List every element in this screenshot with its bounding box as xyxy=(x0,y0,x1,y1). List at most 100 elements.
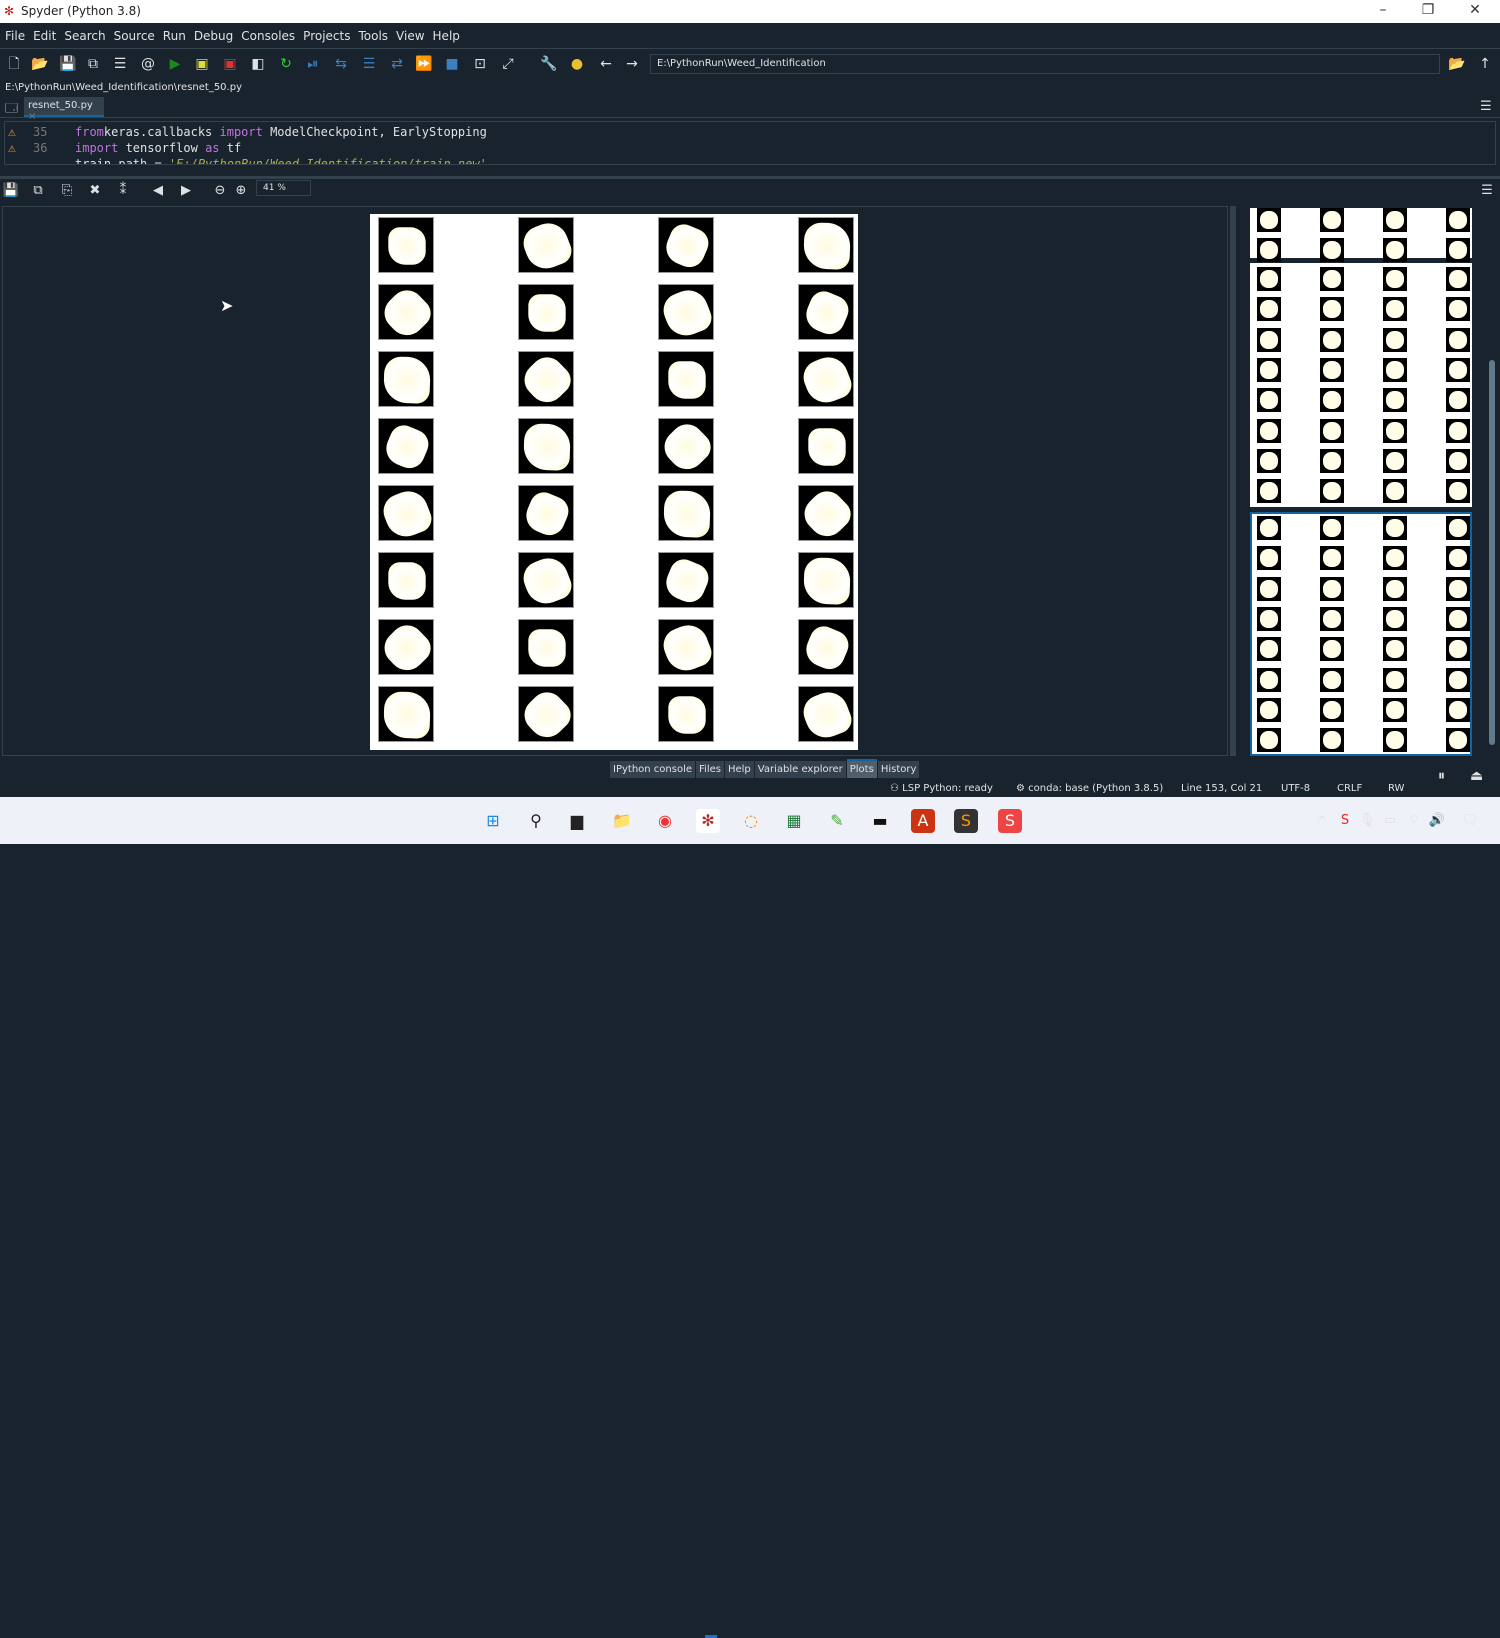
parent-dir-icon[interactable]: ↑ xyxy=(1476,55,1494,73)
wifi-icon[interactable]: ⌔ xyxy=(1402,809,1426,833)
back-arrow-icon[interactable]: ← xyxy=(597,55,615,73)
volume-icon[interactable]: 🔊 xyxy=(1425,809,1449,833)
weed-mask xyxy=(381,421,433,473)
menu-run[interactable]: Run xyxy=(158,23,189,43)
preferences-wrench-icon[interactable]: 🔧 xyxy=(540,55,558,73)
code-editor[interactable]: ⚠ 35 fromkeras.callbacks import ModelCheck… xyxy=(4,121,1496,165)
zoom-in-icon[interactable]: ⊕ xyxy=(232,183,250,198)
zoom-level[interactable]: 41 % xyxy=(256,180,311,196)
tray-expand-icon[interactable]: ^ xyxy=(1310,809,1334,833)
wps-icon[interactable]: S xyxy=(998,809,1022,833)
maximize-pane-icon[interactable]: ⊡ xyxy=(471,55,489,73)
spyder-icon[interactable]: ✻ xyxy=(696,809,720,833)
step-into-icon[interactable]: ☰ xyxy=(360,55,378,73)
chrome-icon[interactable]: ◉ xyxy=(653,809,677,833)
menu-view[interactable]: View xyxy=(391,23,427,43)
weed-mask xyxy=(659,285,713,339)
menu-consoles[interactable]: Consoles xyxy=(236,23,298,43)
working-directory-input[interactable]: E:\PythonRun\Weed_Identification xyxy=(650,54,1440,74)
stop-icon[interactable]: ■ xyxy=(443,55,461,73)
subplot-image xyxy=(798,686,854,742)
menu-projects[interactable]: Projects xyxy=(298,23,353,43)
fullscreen-icon[interactable]: ⤢ xyxy=(499,55,517,73)
battery-icon[interactable]: ▭ xyxy=(1378,809,1402,833)
subplot-image xyxy=(658,217,714,273)
python-path-icon[interactable]: ● xyxy=(568,55,586,73)
file-explorer-icon[interactable]: 📁 xyxy=(610,809,634,833)
forward-arrow-icon[interactable]: → xyxy=(623,55,641,73)
jupyter-icon[interactable]: ◌ xyxy=(739,809,763,833)
excel-icon[interactable]: ▦ xyxy=(782,809,806,833)
task-view-icon[interactable]: ▆ xyxy=(565,809,589,833)
weed-mask xyxy=(799,486,853,540)
step-return-icon[interactable]: ⇄ xyxy=(388,55,406,73)
tab-help[interactable]: Help xyxy=(724,761,754,778)
previous-plot-icon[interactable]: ◀ xyxy=(149,183,167,198)
tab-resnet-50[interactable]: resnet_50.py × xyxy=(24,97,104,122)
thumbnail-cell xyxy=(1320,576,1344,601)
run-cell-advance-icon[interactable]: ▣ xyxy=(221,55,239,73)
menu-tools[interactable]: Tools xyxy=(353,23,391,43)
subplot-image xyxy=(798,485,854,541)
open-file-icon[interactable]: 📂 xyxy=(31,55,49,73)
next-plot-icon[interactable]: ▶ xyxy=(177,183,195,198)
tab-history[interactable]: History xyxy=(877,761,920,778)
plots-options-icon[interactable]: ☰ xyxy=(1478,183,1496,198)
subplot-image xyxy=(658,284,714,340)
save-icon[interactable]: 💾 xyxy=(59,55,77,73)
weed-mask xyxy=(1386,579,1404,598)
save-all-plots-icon[interactable]: ⧉ xyxy=(29,183,47,198)
run-icon[interactable]: ▶ xyxy=(166,55,184,73)
menu-file[interactable]: File xyxy=(0,23,28,43)
zoom-out-icon[interactable]: ⊖ xyxy=(211,183,229,198)
browse-tabs-icon[interactable]: ☰ xyxy=(111,55,129,73)
menu-help[interactable]: Help xyxy=(428,23,463,43)
save-plot-icon[interactable]: 💾 xyxy=(2,183,20,198)
run-selection-icon[interactable]: ◧ xyxy=(249,55,267,73)
rerun-icon[interactable]: ↻ xyxy=(277,55,295,73)
menu-source[interactable]: Source xyxy=(109,23,158,43)
tab-plots[interactable]: Plots xyxy=(846,759,877,778)
search-icon[interactable]: ⚲ xyxy=(524,809,548,833)
menu-search[interactable]: Search xyxy=(59,23,108,43)
tab-ipython-console[interactable]: IPython console xyxy=(610,761,696,778)
scrollbar-handle[interactable] xyxy=(1489,360,1495,745)
notepad-icon[interactable]: ✎ xyxy=(825,809,849,833)
close-button[interactable]: ✕ xyxy=(1460,2,1490,18)
microphone-icon[interactable]: 🎙 xyxy=(1355,809,1379,833)
new-file-icon[interactable]: 🗋 xyxy=(5,55,23,73)
minimize-button[interactable]: – xyxy=(1368,2,1398,18)
weed-mask xyxy=(1323,451,1341,470)
options-menu-icon[interactable]: ☰ xyxy=(1480,99,1492,114)
copy-plot-icon[interactable]: ⎘ xyxy=(58,183,76,198)
debug-icon[interactable]: ⏯ xyxy=(304,55,322,73)
run-cell-icon[interactable]: ▣ xyxy=(193,55,211,73)
save-all-icon[interactable]: ⧉ xyxy=(84,55,102,73)
weed-mask xyxy=(1386,270,1404,288)
pane-splitter[interactable] xyxy=(1230,206,1236,756)
plot-thumbnail[interactable] xyxy=(1250,263,1472,507)
browse-tabs-icon[interactable]: 🗔 xyxy=(5,99,18,120)
tab-files[interactable]: Files xyxy=(696,761,724,778)
step-icon[interactable]: ⇆ xyxy=(332,55,350,73)
menu-edit[interactable]: Edit xyxy=(28,23,59,43)
thumbnail-cell xyxy=(1257,728,1281,753)
tray-wps-icon[interactable]: S xyxy=(1333,809,1357,833)
remove-all-plots-icon[interactable]: ⁑ xyxy=(114,183,132,198)
thumbnail-cell xyxy=(1446,297,1470,322)
start-icon[interactable]: ⊞ xyxy=(481,809,505,833)
email-icon[interactable]: @ xyxy=(139,55,157,73)
tab-variable-explorer[interactable]: Variable explorer xyxy=(754,761,846,778)
continue-icon[interactable]: ⏩ xyxy=(415,55,433,73)
notifications-icon[interactable]: 🗨 xyxy=(1458,809,1482,833)
browse-folder-icon[interactable]: 📂 xyxy=(1448,55,1466,73)
plot-thumbnail[interactable] xyxy=(1250,208,1472,263)
remove-plot-icon[interactable]: ✖ xyxy=(86,183,104,198)
sublime-icon[interactable]: S xyxy=(954,809,978,833)
figure xyxy=(370,214,858,750)
plot-thumbnail[interactable] xyxy=(1250,512,1472,756)
terminal-icon[interactable]: ▬ xyxy=(868,809,892,833)
restore-button[interactable]: ❐ xyxy=(1413,2,1443,18)
menu-debug[interactable]: Debug xyxy=(189,23,236,43)
acrobat-icon[interactable]: A xyxy=(911,809,935,833)
